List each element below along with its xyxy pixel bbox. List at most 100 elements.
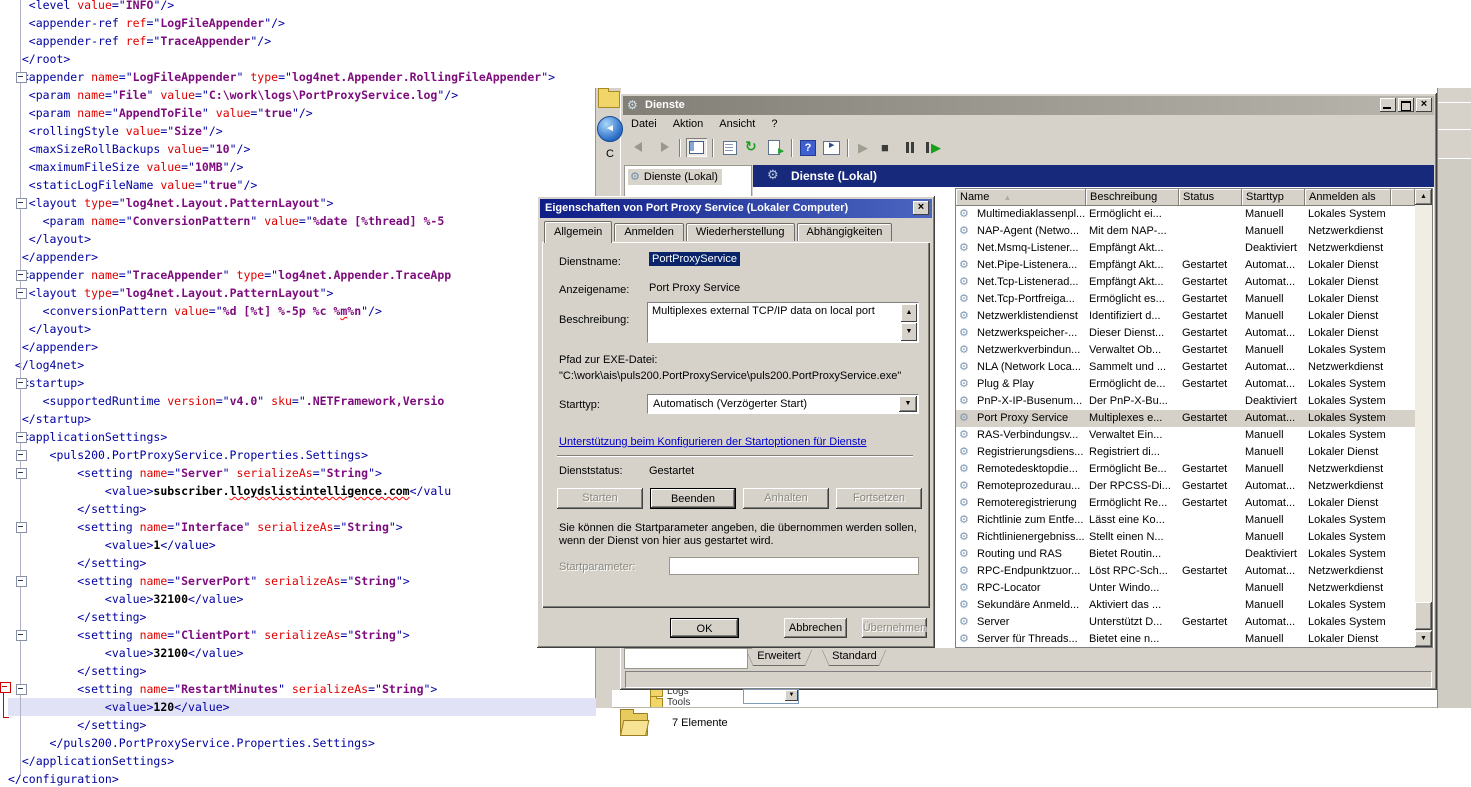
service-row[interactable]: ⚙Routing und RASBietet Routin...Deaktivi… [956,546,1415,563]
service-row[interactable]: ⚙Port Proxy ServiceMultiplexes e...Gesta… [956,410,1415,427]
tab-wiederherstellung[interactable]: Wiederherstellung [686,223,795,241]
tab-allgemein[interactable]: Allgemein [544,221,612,243]
code-line[interactable]: </setting> [8,716,596,734]
forward-icon[interactable] [653,138,674,157]
back-icon[interactable] [630,138,651,157]
startparameter-input[interactable] [669,557,919,575]
back-navigation-icon[interactable]: ◄ [597,116,623,142]
fold-collapse-icon[interactable] [16,630,27,641]
fold-collapse-icon[interactable] [16,72,27,83]
code-line[interactable]: <layout type="log4net.Layout.PatternLayo… [8,194,596,212]
code-line[interactable]: </puls200.PortProxyService.Properties.Se… [8,734,596,752]
service-row[interactable]: ⚙RPC-Endpunktzuor...Löst RPC-Sch...Gesta… [956,563,1415,580]
menu-aktion[interactable]: Aktion [665,115,712,134]
properties-icon[interactable] [719,138,740,157]
menu-help[interactable]: ? [763,115,785,134]
code-line[interactable]: <value>1</value> [8,536,596,554]
chevron-down-icon[interactable]: ▼ [785,690,798,701]
minimize-icon[interactable] [1380,98,1396,112]
scroll-up-icon[interactable]: ▲ [1415,189,1432,205]
pause-service-icon[interactable] [900,138,921,157]
menu-ansicht[interactable]: Ansicht [711,115,763,134]
code-line[interactable]: </applicationSettings> [8,752,596,770]
fold-collapse-icon[interactable] [16,684,27,695]
code-line[interactable]: <maxSizeRollBackups value="10"/> [8,140,596,158]
code-line[interactable]: <conversionPattern value="%d [%t] %-5p %… [8,302,596,320]
restart-service-icon[interactable] [923,138,944,157]
code-line[interactable]: <param name="AppendToFile" value="true"/… [8,104,596,122]
code-line[interactable]: <setting name="ClientPort" serializeAs="… [8,626,596,644]
service-row[interactable]: ⚙Net.Msmq-Listener...Empfängt Akt...Deak… [956,240,1415,257]
code-line[interactable]: <param name="File" value="C:\work\logs\P… [8,86,596,104]
stop-service-icon[interactable] [877,138,898,157]
export-list-icon[interactable] [765,138,786,157]
fold-collapse-icon[interactable] [16,288,27,299]
ok-button[interactable]: OK [670,618,739,638]
column-header-starttyp[interactable]: Starttyp [1242,189,1305,206]
service-row[interactable]: ⚙Net.Tcp-Listenerad...Empfängt Akt...Ges… [956,274,1415,291]
folder-item[interactable]: Tools [650,697,690,707]
tab-abhängigkeiten[interactable]: Abhängigkeiten [797,223,893,241]
fold-collapse-icon[interactable] [16,378,27,389]
code-line[interactable]: </layout> [8,320,596,338]
dienstname-value[interactable]: PortProxyService [649,252,740,266]
help-icon[interactable] [798,138,819,157]
code-line[interactable]: <rollingStyle value="Size"/> [8,122,596,140]
service-row[interactable]: ⚙NAP-Agent (Netwo...Mit dem NAP-...Manue… [956,223,1415,240]
code-line[interactable]: <value>subscriber.lloydslistintelligence… [8,482,596,500]
code-line[interactable]: <value>32100</value> [8,644,596,662]
code-line[interactable]: <staticLogFileName value="true"/> [8,176,596,194]
close-icon[interactable]: × [913,201,929,215]
service-row[interactable]: ⚙NLA (Network Loca...Sammelt und ...Gest… [956,359,1415,376]
fold-collapse-icon[interactable] [16,270,27,281]
chevron-down-icon[interactable]: ▼ [899,396,917,412]
fold-collapse-icon[interactable] [16,450,27,461]
code-line[interactable]: <startup> [8,374,596,392]
code-line[interactable]: </layout> [8,230,596,248]
code-line[interactable]: <appender name="TraceAppender" type="log… [8,266,596,284]
service-row[interactable]: ⚙Server für Threads...Bietet eine n...Ma… [956,631,1415,647]
code-lines[interactable]: <level value="INFO"/> <appender-ref ref=… [8,0,596,787]
code-line[interactable]: <setting name="Server" serializeAs="Stri… [8,464,596,482]
menu-datei[interactable]: Datei [623,115,665,134]
service-row[interactable]: ⚙Netzwerkverbindun...Verwaltet Ob...Gest… [956,342,1415,359]
service-row[interactable]: ⚙RPC-LocatorUnter Windo...ManuellNetzwer… [956,580,1415,597]
code-line[interactable]: </configuration> [8,770,596,787]
service-row[interactable]: ⚙PnP-X-IP-Busenum...Der PnP-X-Bu...Deakt… [956,393,1415,410]
show-tree-icon[interactable] [686,138,707,157]
tab-standard[interactable]: Standard [822,649,886,665]
column-header-anmelden-als[interactable]: Anmelden als [1305,189,1391,206]
service-row[interactable]: ⚙Remotedesktopdie...Ermöglicht Be...Gest… [956,461,1415,478]
code-line[interactable]: </setting> [8,554,596,572]
tab-anmelden[interactable]: Anmelden [614,223,684,241]
window-titlebar[interactable]: ⚙ Dienste × [623,96,1434,115]
code-line[interactable]: </log4net> [8,356,596,374]
code-line[interactable]: </startup> [8,410,596,428]
fold-collapse-icon[interactable] [16,468,27,479]
code-line[interactable]: <appender-ref ref="TraceAppender"/> [8,32,596,50]
code-line[interactable]: <value>32100</value> [8,590,596,608]
beschreibung-field[interactable]: Multiplexes external TCP/IP data on loca… [647,302,919,343]
code-line[interactable]: <setting name="Interface" serializeAs="S… [8,518,596,536]
service-row[interactable]: ⚙Net.Pipe-Listenera...Empfängt Akt...Ges… [956,257,1415,274]
column-header-beschreibung[interactable]: Beschreibung [1086,189,1179,206]
code-line[interactable]: <param name="ConversionPattern" value="%… [8,212,596,230]
scroll-down-icon[interactable]: ▼ [1415,631,1432,647]
code-line[interactable]: <value>120</value> [8,698,596,716]
code-line[interactable]: <puls200.PortProxyService.Properties.Set… [8,446,596,464]
close-icon[interactable]: × [1416,98,1432,112]
service-row[interactable]: ⚙Sekundäre Anmeld...Aktiviert das ...Man… [956,597,1415,614]
refresh-icon[interactable] [742,138,763,157]
code-line[interactable]: </setting> [8,662,596,680]
explorer-combobox[interactable]: ▼ [743,689,799,704]
startoptions-help-link[interactable]: Unterstützung beim Konfigurieren der Sta… [559,436,867,448]
service-row[interactable]: ⚙RAS-Verbindungsv...Verwaltet Ein...Manu… [956,427,1415,444]
service-row[interactable]: ⚙Remoteprozedurau...Der RPCSS-Di...Gesta… [956,478,1415,495]
fold-collapse-icon[interactable] [16,198,27,209]
code-line[interactable]: <appender name="LogFileAppender" type="l… [8,68,596,86]
vertical-scrollbar[interactable]: ▲ ▼ [1415,189,1432,647]
scroll-up-icon[interactable]: ▲ [901,304,917,322]
column-header-name[interactable]: Name▲ [956,189,1086,206]
scrollbar-thumb[interactable] [1415,602,1432,630]
service-row[interactable]: ⚙ServerUnterstützt D...GestartetAutomat.… [956,614,1415,631]
